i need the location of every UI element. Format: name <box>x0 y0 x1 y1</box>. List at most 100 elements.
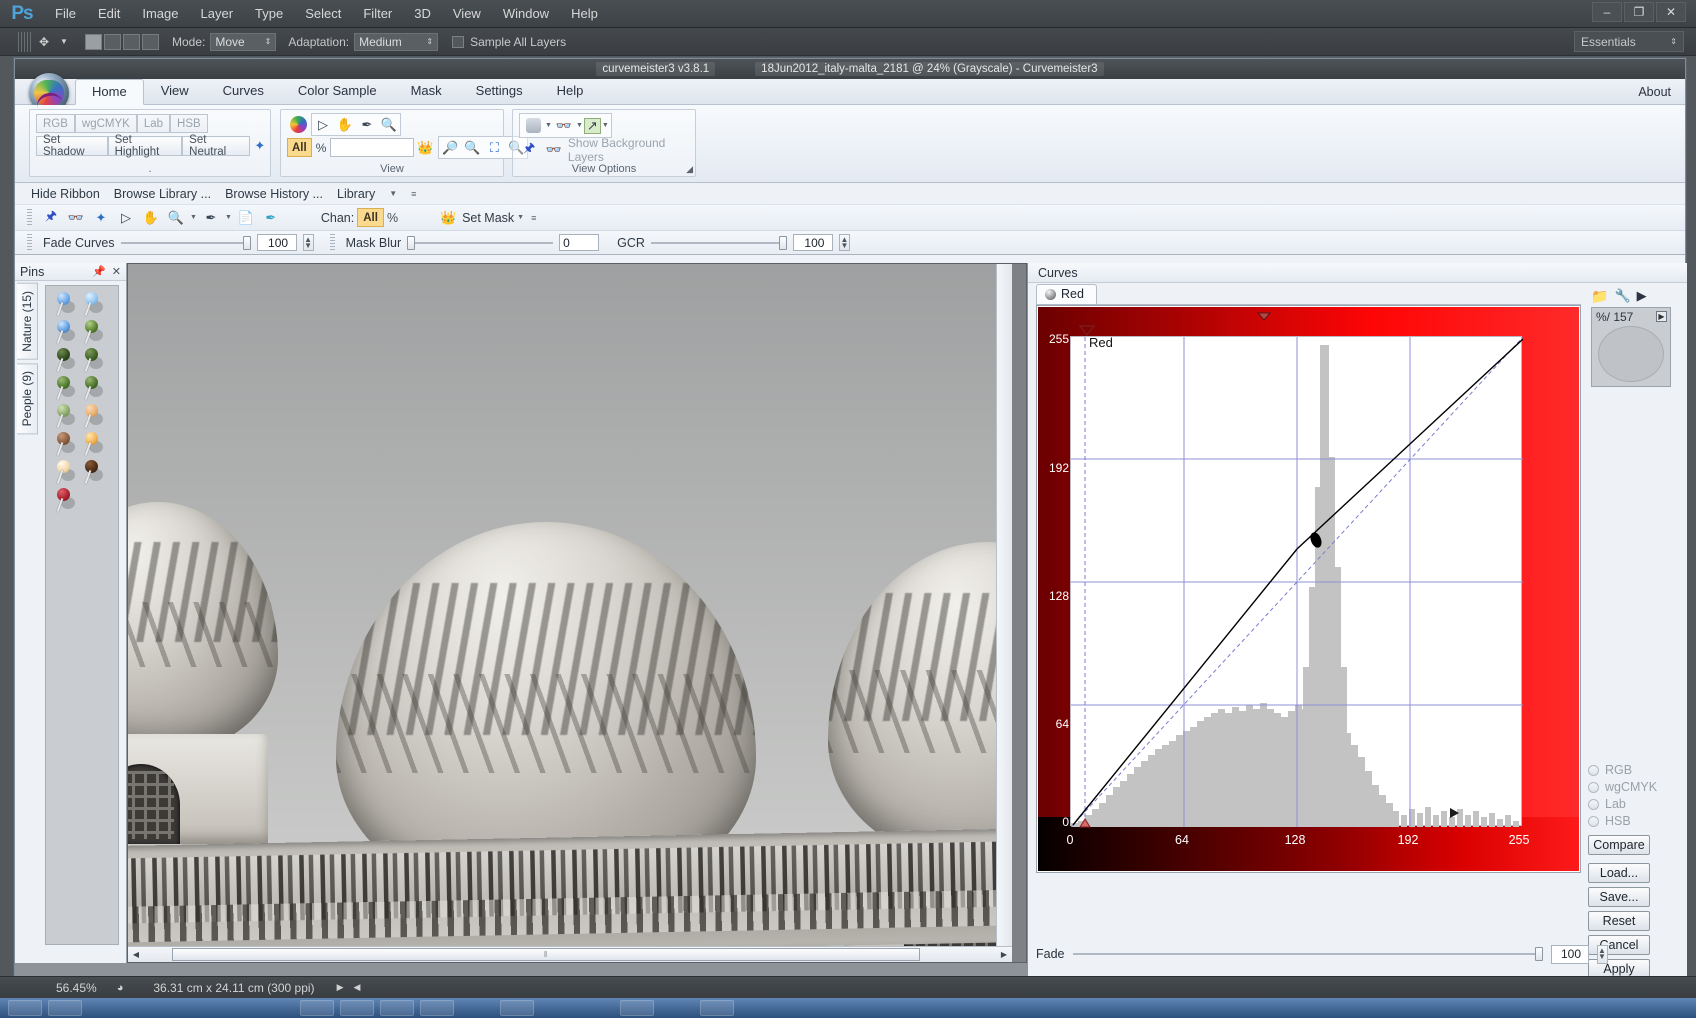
align-option-2-icon[interactable] <box>104 33 121 50</box>
toolbar-grip[interactable] <box>27 208 32 227</box>
fade-value[interactable]: 100 <box>1550 944 1589 964</box>
reset-button[interactable]: Reset <box>1588 911 1650 931</box>
show-background-layers-label[interactable]: Show Background Layers <box>568 136 695 164</box>
sample-all-layers-checkbox[interactable] <box>452 35 465 48</box>
photo-image[interactable] <box>128 264 1012 948</box>
adaptation-select[interactable]: Medium ⇕ <box>354 32 439 51</box>
tool-preset-chevron-icon[interactable]: ▼ <box>54 32 74 52</box>
pin-item[interactable] <box>52 376 75 402</box>
highlight-marker-icon[interactable] <box>1079 325 1095 336</box>
mask-blur-grip[interactable] <box>329 233 335 252</box>
pin-item[interactable] <box>52 432 75 458</box>
pin-icon[interactable]: 🖈 <box>40 207 62 228</box>
menu-item-window[interactable]: Window <box>492 3 560 24</box>
canvas-horizontal-scrollbar[interactable]: ◀ ‖ ▶ <box>128 946 1012 962</box>
arrow-cursor-icon[interactable]: ▷ <box>115 207 137 228</box>
tab-view[interactable]: View <box>144 78 206 104</box>
eyedropper-alt-icon[interactable]: ✒ <box>260 207 282 228</box>
chevron-down-icon[interactable]: ▼ <box>225 214 232 221</box>
gcr-slider[interactable] <box>650 235 787 250</box>
mask-blur-slider[interactable] <box>407 235 554 250</box>
chevron-down-icon[interactable]: ▼ <box>602 122 609 129</box>
view-channel-field[interactable] <box>330 138 415 157</box>
pins-tab-people[interactable]: People (9) <box>17 362 38 435</box>
play-icon[interactable]: ▶ <box>1637 288 1647 304</box>
radio-wgcmyk[interactable]: wgCMYK <box>1588 780 1657 794</box>
taskbar-item[interactable] <box>48 1000 82 1016</box>
curve-plot-area[interactable]: Red <box>1070 325 1523 828</box>
image-canvas[interactable]: ◀ ‖ ▶ <box>127 263 1027 963</box>
highlight-triangle-icon[interactable] <box>1449 807 1461 819</box>
mode-select[interactable]: Move ⇕ <box>210 32 277 51</box>
chevron-down-icon[interactable]: ▼ <box>576 122 583 129</box>
fade-curves-spinner[interactable]: ▲ ▼ <box>302 234 314 251</box>
gcr-value[interactable]: 100 <box>792 234 833 251</box>
curve-plot-svg[interactable] <box>1071 337 1523 827</box>
pins-tab-nature[interactable]: Nature (15) <box>17 283 38 360</box>
radio-icon[interactable] <box>1588 815 1599 827</box>
pin-item[interactable] <box>80 376 103 402</box>
overflow-icon[interactable]: ≡ <box>411 189 416 199</box>
gcr-spinner[interactable]: ▲ ▼ <box>838 234 850 251</box>
mask-glasses-icon[interactable]: 👓 <box>65 207 87 228</box>
pin-item[interactable] <box>80 348 103 374</box>
curve-icon[interactable]: ↗ <box>583 117 601 134</box>
fade-slider[interactable] <box>1072 947 1543 961</box>
radio-rgb[interactable]: RGB <box>1588 763 1657 777</box>
menu-item-select[interactable]: Select <box>294 3 352 24</box>
pin-item[interactable] <box>80 432 103 458</box>
taskbar-item[interactable] <box>500 1000 534 1016</box>
mode-hsb-button[interactable]: HSB <box>170 114 208 133</box>
library-link[interactable]: Library <box>337 187 375 201</box>
close-icon[interactable]: ✕ <box>112 265 121 278</box>
scrollbar-thumb[interactable]: ‖ <box>172 948 920 961</box>
magic-wand-icon[interactable]: ✦ <box>250 135 270 156</box>
gradient-top-handle-icon[interactable] <box>1257 312 1271 321</box>
chevron-down-icon[interactable]: ▼ <box>190 214 197 221</box>
close-icon[interactable]: ✕ <box>1656 2 1686 22</box>
mode-lab-button[interactable]: Lab <box>136 114 171 133</box>
curve-graph[interactable]: 255 192 128 64 0 0 64 128 192 255 Red <box>1036 305 1581 873</box>
mask-blur-thumb[interactable] <box>407 235 416 250</box>
radio-lab[interactable]: Lab <box>1588 797 1657 811</box>
tab-mask[interactable]: Mask <box>394 78 459 104</box>
layer-thumbnail-icon[interactable] <box>522 115 544 136</box>
chan-value-chip[interactable]: All <box>357 208 384 227</box>
menu-item-filter[interactable]: Filter <box>352 3 403 24</box>
menu-item-layer[interactable]: Layer <box>190 3 245 24</box>
pin-item[interactable] <box>52 404 75 430</box>
tab-help[interactable]: Help <box>540 78 601 104</box>
align-option-3-icon[interactable] <box>123 33 140 50</box>
about-link[interactable]: About <box>1638 85 1671 99</box>
fade-curves-thumb[interactable] <box>242 235 251 250</box>
pin-item[interactable] <box>52 348 75 374</box>
binoculars-icon[interactable]: 👑 <box>437 207 459 228</box>
mask-glasses-icon[interactable]: 👓 <box>543 140 563 161</box>
fade-curves-value[interactable]: 100 <box>256 234 297 251</box>
menu-item-help[interactable]: Help <box>560 3 609 24</box>
save-button[interactable]: Save... <box>1588 887 1650 907</box>
radio-icon[interactable] <box>1588 781 1599 793</box>
hide-ribbon-link[interactable]: Hide Ribbon <box>31 187 100 201</box>
scroll-right-icon[interactable]: ▶ <box>996 947 1012 963</box>
fit-to-window-icon[interactable]: ⛶ <box>483 137 505 158</box>
tab-home[interactable]: Home <box>75 79 144 105</box>
status-expand-icon[interactable]: ▶ <box>337 982 344 993</box>
copy-icon[interactable]: 📄 <box>235 207 257 228</box>
folder-icon[interactable]: 📁 <box>1591 288 1608 305</box>
eyedropper-icon[interactable]: ✒ <box>200 207 222 228</box>
workspace-selector[interactable]: Essentials ⇕ <box>1574 31 1684 52</box>
set-shadow-button[interactable]: Set Shadow <box>36 134 108 158</box>
pin-item[interactable] <box>80 460 103 486</box>
preview-menu-icon[interactable]: ▶ <box>1656 311 1667 322</box>
maximize-icon[interactable]: ❐ <box>1624 2 1654 22</box>
align-option-4-icon[interactable] <box>142 33 159 50</box>
eyedropper-icon[interactable]: ✒ <box>356 114 378 135</box>
options-bar-grip[interactable] <box>18 31 32 52</box>
status-zoom[interactable]: 56.45% <box>56 981 97 995</box>
minimize-icon[interactable]: – <box>1592 2 1622 22</box>
tab-curves[interactable]: Curves <box>206 78 281 104</box>
set-neutral-button[interactable]: Set Neutral <box>182 134 250 158</box>
taskbar-item[interactable] <box>8 1000 42 1016</box>
compare-button[interactable]: Compare <box>1588 835 1650 855</box>
